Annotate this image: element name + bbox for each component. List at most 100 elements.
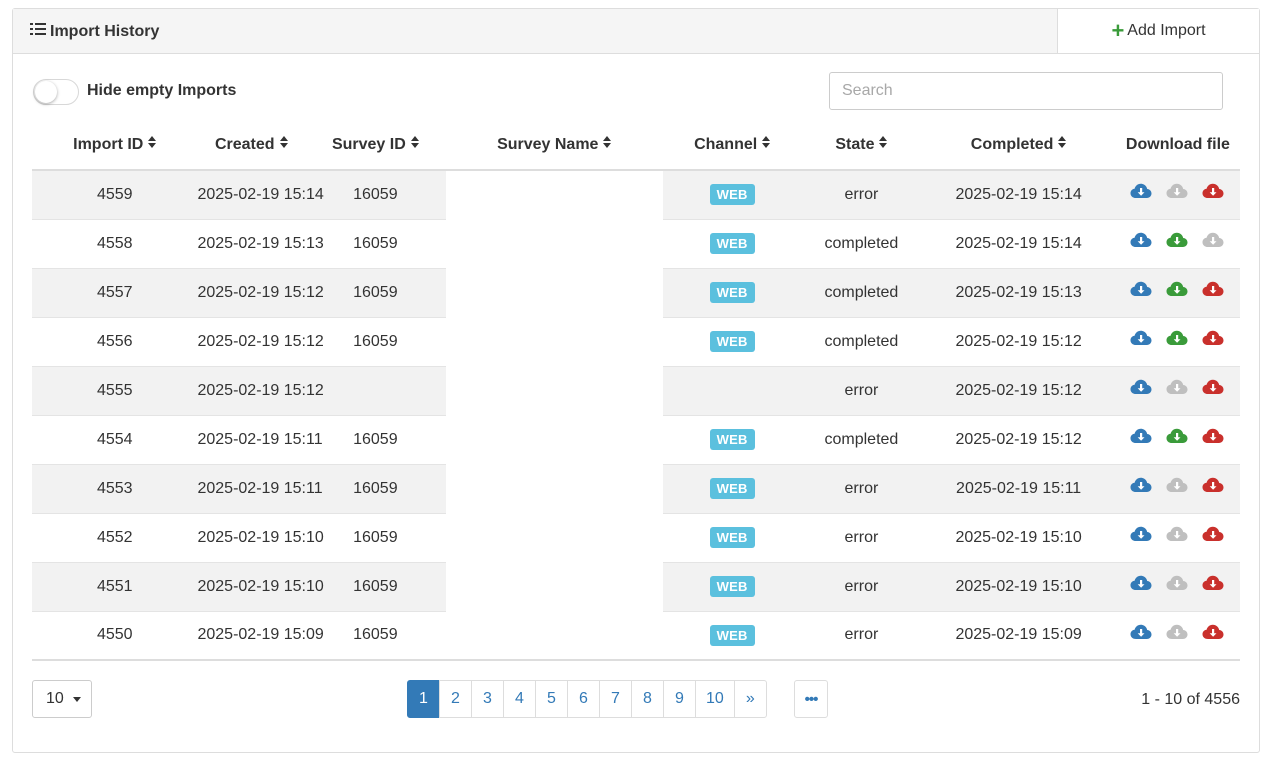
column-header-download-file[interactable]: Download file [1115, 121, 1240, 171]
download-input-icon[interactable] [1130, 232, 1154, 250]
channel-badge: WEB [709, 282, 755, 303]
cell-import-id: 4557 [32, 267, 198, 317]
table-row[interactable]: 4557 2025-02-19 15:12 16059 WEB completed 202… [32, 267, 1240, 317]
page-button[interactable]: 5 [535, 680, 568, 718]
column-header-import-id[interactable]: Import ID [32, 121, 198, 171]
table-row[interactable]: 4550 2025-02-19 15:09 16059 WEB error 2025-02… [32, 610, 1240, 661]
download-error-icon [1202, 232, 1226, 250]
download-input-icon[interactable] [1130, 624, 1154, 642]
page-size-select[interactable]: 10 [32, 680, 92, 718]
column-header-state[interactable]: State [801, 121, 922, 171]
table-row[interactable]: 4551 2025-02-19 15:10 16059 WEB error 2025-02… [32, 561, 1240, 611]
column-header-channel[interactable]: Channel [662, 121, 802, 171]
cell-survey-id: 16059 [305, 463, 446, 513]
download-input-icon[interactable] [1130, 379, 1154, 397]
page-button[interactable]: 1 [407, 680, 440, 718]
page-button[interactable]: 9 [663, 680, 696, 718]
download-result-icon[interactable] [1166, 232, 1190, 250]
panel-title: Import History [30, 22, 159, 41]
download-input-icon[interactable] [1130, 183, 1154, 201]
page-button[interactable]: 8 [631, 680, 664, 718]
download-result-icon [1166, 477, 1190, 495]
download-icons [1130, 477, 1226, 495]
column-header-created[interactable]: Created [197, 121, 306, 171]
page-button[interactable]: 6 [567, 680, 600, 718]
table-row[interactable]: 4558 2025-02-19 15:13 16059 WEB completed 202… [32, 218, 1240, 268]
cell-state: error [801, 365, 922, 415]
cell-download-file [1115, 610, 1240, 661]
table-row[interactable]: 4556 2025-02-19 15:12 16059 WEB completed 202… [32, 316, 1240, 366]
pagination: 1 2 3 4 5 6 7 8 9 10» [407, 680, 767, 718]
download-input-icon[interactable] [1130, 526, 1154, 544]
page-button[interactable]: 10 [695, 680, 735, 718]
cell-survey-id: 16059 [305, 169, 446, 219]
table-row[interactable]: 4555 2025-02-19 15:12 error 2025-02-19 15:1… [32, 365, 1240, 415]
column-header-label: State [835, 136, 875, 153]
download-error-icon[interactable] [1202, 624, 1226, 642]
download-result-icon[interactable] [1166, 330, 1190, 348]
page-button[interactable]: 2 [439, 680, 472, 718]
page-button[interactable]: 4 [503, 680, 536, 718]
page-button[interactable]: 7 [599, 680, 632, 718]
download-error-icon[interactable] [1202, 526, 1226, 544]
cell-import-id: 4550 [32, 610, 198, 661]
download-input-icon[interactable] [1130, 477, 1154, 495]
hide-empty-imports-label: Hide empty Imports [87, 82, 237, 99]
download-icons [1130, 428, 1226, 446]
cell-survey-name [445, 464, 663, 513]
cell-completed: 2025-02-19 15:13 [921, 267, 1116, 317]
cell-state: completed [801, 267, 922, 317]
toggle-knob [35, 81, 57, 103]
cell-channel: WEB [662, 463, 802, 513]
cell-download-file [1115, 267, 1240, 317]
column-header-survey-id[interactable]: Survey ID [305, 121, 446, 171]
more-pages-button[interactable]: ••• [794, 680, 828, 718]
next-page-button[interactable]: » [733, 680, 767, 718]
cell-channel [662, 365, 802, 415]
cell-completed: 2025-02-19 15:14 [921, 218, 1116, 268]
download-error-icon[interactable] [1202, 379, 1226, 397]
cell-completed: 2025-02-19 15:10 [921, 512, 1116, 562]
download-result-icon [1166, 624, 1190, 642]
sort-icon [1058, 136, 1067, 151]
cell-download-file [1115, 218, 1240, 268]
download-result-icon[interactable] [1166, 281, 1190, 299]
table-body: 4559 2025-02-19 15:14 16059 WEB error 2025-02… [32, 169, 1240, 661]
cell-channel: WEB [662, 218, 802, 268]
download-input-icon[interactable] [1130, 281, 1154, 299]
download-input-icon[interactable] [1130, 428, 1154, 446]
search-input[interactable] [829, 72, 1223, 110]
download-input-icon[interactable] [1130, 575, 1154, 593]
download-error-icon[interactable] [1202, 281, 1226, 299]
panel-header: Import History + Add Import [13, 9, 1259, 54]
cell-import-id: 4559 [32, 169, 198, 219]
cell-survey-name [445, 170, 663, 219]
add-import-button[interactable]: + Add Import [1057, 9, 1259, 53]
download-error-icon[interactable] [1202, 183, 1226, 201]
table-row[interactable]: 4553 2025-02-19 15:11 16059 WEB error 2025-02… [32, 463, 1240, 513]
cell-channel: WEB [662, 512, 802, 562]
cell-survey-id: 16059 [305, 414, 446, 464]
table-row[interactable]: 4559 2025-02-19 15:14 16059 WEB error 2025-02… [32, 169, 1240, 219]
download-icons [1130, 232, 1226, 250]
download-input-icon[interactable] [1130, 330, 1154, 348]
channel-badge: WEB [709, 478, 755, 499]
download-error-icon[interactable] [1202, 575, 1226, 593]
hide-empty-imports-toggle[interactable] [33, 79, 79, 105]
table-row[interactable]: 4552 2025-02-19 15:10 16059 WEB error 2025-02… [32, 512, 1240, 562]
page-button[interactable]: 3 [471, 680, 504, 718]
download-error-icon[interactable] [1202, 477, 1226, 495]
download-error-icon[interactable] [1202, 428, 1226, 446]
cell-channel: WEB [662, 610, 802, 661]
table-row[interactable]: 4554 2025-02-19 15:11 16059 WEB completed 202… [32, 414, 1240, 464]
column-header-survey-name[interactable]: Survey Name [445, 121, 663, 171]
column-header-completed[interactable]: Completed [921, 121, 1116, 171]
sort-icon [879, 136, 888, 151]
cell-survey-id: 16059 [305, 218, 446, 268]
channel-badge: WEB [709, 184, 755, 206]
cell-created: 2025-02-19 15:12 [197, 267, 324, 317]
download-error-icon[interactable] [1202, 330, 1226, 348]
download-result-icon[interactable] [1166, 428, 1190, 446]
channel-badge: WEB [709, 429, 755, 450]
cell-download-file [1115, 561, 1240, 611]
